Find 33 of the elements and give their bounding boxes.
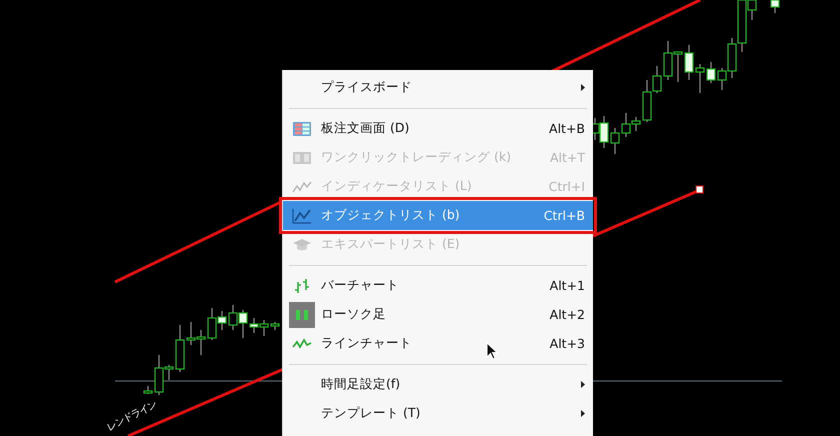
candlestick [228,304,238,330]
menu-item[interactable]: 時間足設定(f) [283,370,593,399]
candlestick [706,62,716,84]
menu-item[interactable]: バーチャート Alt+1 [283,271,593,300]
menu-item[interactable]: プライスボード [283,73,593,102]
graduation-cap-icon [292,236,312,252]
candlestick [663,40,673,80]
menu-item[interactable]: ローソク足 Alt+2 [283,300,593,329]
bar-chart-icon [292,278,312,294]
line-label: レンドライン [106,400,158,434]
shortcut-label: Alt+B [549,121,585,136]
menu-item[interactable]: 板注文画面 (D) Alt+B [283,114,593,143]
candlestick [684,44,694,80]
menu-item[interactable]: テンプレート (T) [283,399,593,428]
shortcut-label: Alt+3 [550,336,585,351]
shortcut-label: Alt+1 [550,278,585,293]
menu-item[interactable]: ラインチャート Alt+3 [283,329,593,358]
shortcut-label: Ctrl+I [548,179,585,194]
panel-icon [292,150,312,166]
candlestick [610,128,620,154]
shortcut-label: Ctrl+B [544,208,585,223]
line-chart-icon [292,208,312,224]
candlestick [770,0,780,14]
line-handle[interactable] [696,186,704,194]
squiggle-icon [292,178,312,194]
line-chart-icon [292,336,312,352]
shortcut-label: Alt+2 [550,307,585,322]
grid-table-icon [292,120,312,136]
candlestick [196,330,206,356]
shortcut-label: Alt+T [550,150,585,165]
candlestick [673,51,683,82]
mouse-pointer-icon [486,342,498,360]
candlestick [695,64,705,94]
